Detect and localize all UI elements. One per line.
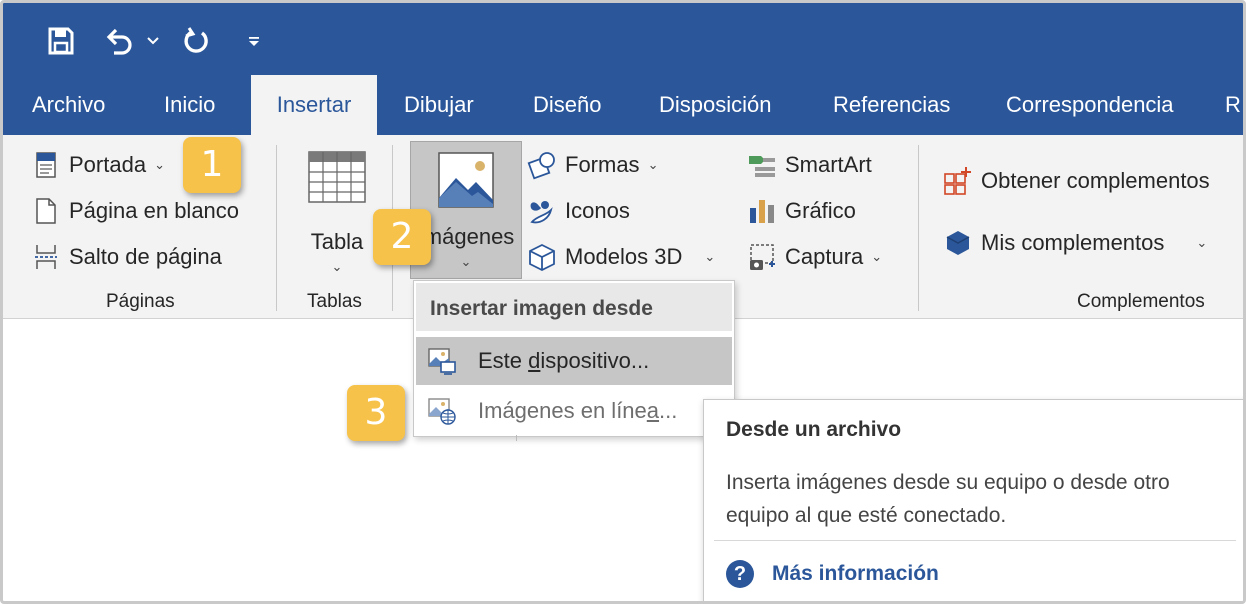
device-picture-icon	[424, 343, 460, 379]
imagenes-en-linea-label: Imágenes en línea...	[478, 398, 678, 423]
tabla-label: Tabla	[310, 229, 364, 254]
este-dispositivo-label: Este dispositivo...	[478, 348, 650, 373]
captura-button[interactable]: Captura ⌄	[747, 237, 882, 277]
chart-icon	[747, 196, 777, 226]
mas-informacion-label: Más información	[772, 562, 939, 585]
mis-complementos-label: Mis complementos	[981, 230, 1165, 255]
chevron-down-icon: ⌄	[1196, 235, 1208, 250]
screenshot-icon	[747, 242, 777, 272]
tab-correspondencia[interactable]: Correspondencia	[1006, 75, 1174, 135]
tab-revisar[interactable]: R	[1225, 75, 1241, 135]
portada-label: Portada	[69, 152, 147, 177]
screentip: Desde un archivo Inserta imágenes desde …	[703, 399, 1243, 601]
mis-complementos-button[interactable]: Mis complementos ⌄	[943, 223, 1207, 263]
obtener-complementos-label: Obtener complementos	[981, 168, 1210, 193]
customize-icon[interactable]	[243, 21, 265, 61]
undo-icon[interactable]	[101, 21, 137, 61]
title-bar	[3, 3, 1243, 75]
chevron-down-icon: ⌄	[871, 249, 883, 264]
portada-button[interactable]: Portada ⌄	[31, 145, 165, 185]
tab-referencias[interactable]: Referencias	[833, 75, 950, 135]
save-icon[interactable]	[43, 21, 79, 61]
obtener-complementos-button[interactable]: Obtener complementos	[943, 161, 1210, 201]
divider	[714, 540, 1236, 541]
salto-de-pagina-button[interactable]: Salto de página	[31, 237, 222, 277]
tab-inicio[interactable]: Inicio	[164, 75, 215, 135]
captura-label: Captura	[785, 244, 864, 269]
group-label-tablas: Tablas	[307, 291, 362, 312]
smartart-icon	[747, 150, 777, 180]
pagina-en-blanco-button[interactable]: Página en blanco	[31, 191, 239, 231]
word-window: Archivo Inicio Insertar Dibujar Diseño D…	[0, 0, 1246, 604]
callout-badge-3: 3	[347, 385, 405, 441]
group-separator	[918, 145, 919, 311]
iconos-button[interactable]: Iconos	[527, 191, 630, 231]
page-break-icon	[31, 242, 61, 272]
modelos-3d-button[interactable]: Modelos 3D ⌄	[527, 237, 715, 277]
online-picture-icon	[424, 393, 460, 429]
help-icon: ?	[726, 560, 754, 588]
repeat-icon[interactable]	[179, 21, 215, 61]
dropdown-tail	[516, 435, 517, 441]
cover-page-icon	[31, 150, 61, 180]
table-icon	[308, 151, 366, 203]
shapes-icon	[527, 150, 557, 180]
modelos-3d-label: Modelos 3D	[565, 244, 683, 269]
tab-dibujar[interactable]: Dibujar	[404, 75, 474, 135]
smartart-button[interactable]: SmartArt	[747, 145, 872, 185]
cube-3d-icon	[527, 242, 557, 272]
formas-button[interactable]: Formas ⌄	[527, 145, 658, 185]
screentip-title: Desde un archivo	[726, 418, 902, 441]
salto-de-pagina-label: Salto de página	[69, 244, 222, 269]
insert-picture-dropdown: Insertar imagen desde Este dispositivo..…	[413, 280, 735, 437]
blank-page-icon	[31, 196, 61, 226]
tab-disposicion[interactable]: Disposición	[659, 75, 772, 135]
grafico-label: Gráfico	[785, 198, 856, 223]
dropdown-header: Insertar imagen desde	[416, 283, 732, 331]
tabla-button[interactable]: Tabla ⌄	[299, 145, 375, 277]
screentip-description: Inserta imágenes desde su equipo o desde…	[726, 471, 1170, 527]
tab-archivo[interactable]: Archivo	[32, 75, 105, 135]
group-label-paginas: Páginas	[106, 291, 175, 312]
group-separator	[276, 145, 277, 311]
store-addin-icon	[943, 166, 973, 196]
my-addins-icon	[943, 228, 973, 258]
chevron-down-icon: ⌄	[704, 249, 716, 264]
pagina-en-blanco-label: Página en blanco	[69, 198, 240, 223]
undo-dropdown-chevron-icon[interactable]	[143, 21, 163, 61]
icons-icon	[527, 196, 557, 226]
formas-label: Formas	[565, 152, 640, 177]
ribbon-tabs: Archivo Inicio Insertar Dibujar Diseño D…	[3, 75, 1243, 135]
callout-badge-2: 2	[373, 209, 431, 265]
group-label-complementos: Complementos	[1077, 291, 1205, 312]
chevron-down-icon: ⌄	[154, 157, 165, 172]
picture-icon	[438, 152, 494, 208]
este-dispositivo-item[interactable]: Este dispositivo...	[416, 337, 732, 385]
chevron-down-icon: ⌄	[647, 157, 659, 172]
tab-insertar[interactable]: Insertar	[251, 75, 377, 135]
tab-diseno[interactable]: Diseño	[533, 75, 601, 135]
imagenes-en-linea-item[interactable]: Imágenes en línea...	[416, 387, 732, 435]
chevron-down-icon: ⌄	[331, 259, 343, 274]
mas-informacion-link[interactable]: ? Más información	[726, 560, 939, 588]
smartart-label: SmartArt	[785, 152, 872, 177]
grafico-button[interactable]: Gráfico	[747, 191, 856, 231]
callout-badge-1: 1	[183, 137, 241, 193]
iconos-label: Iconos	[565, 198, 630, 223]
